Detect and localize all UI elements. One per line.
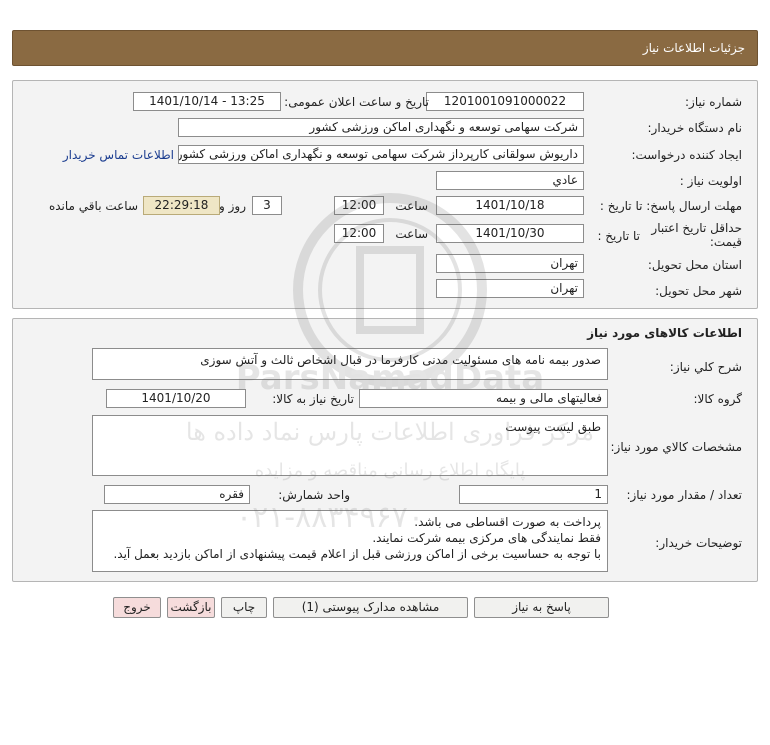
- province-label: استان محل تحویل:: [647, 258, 742, 272]
- remaining-time-field: 22:29:18: [143, 196, 220, 215]
- group-label: گروه کالا:: [693, 392, 743, 406]
- city-field: تهران: [436, 279, 584, 298]
- validity-time-field: 12:00: [334, 224, 384, 243]
- province-field: تهران: [436, 254, 584, 273]
- validity-until-label: تا تاریخ :: [597, 229, 640, 243]
- need-number-label: شماره نیاز:: [685, 95, 742, 109]
- validity-time-label: ساعت: [395, 227, 428, 241]
- creator-field: داریوش سولقانی کارپرداز شرکت سهامی توسعه…: [178, 145, 584, 164]
- qty-field: 1: [459, 485, 608, 504]
- buyer-desc-field: پرداخت به صورت اقساطی می باشد. فقط نماین…: [92, 510, 608, 572]
- unit-label: واحد شمارش:: [278, 488, 350, 502]
- validity-label: حداقل تاریخ اعتبار قیمت:: [651, 221, 742, 249]
- send-date-field: 1401/10/18: [436, 196, 584, 215]
- page-header: جزئیات اطلاعات نیاز: [12, 30, 758, 66]
- exit-button[interactable]: خروج: [113, 597, 161, 618]
- buyer-org-field: شرکت سهامی توسعه و نگهداری اماکن ورزشی ک…: [178, 118, 584, 137]
- reply-button[interactable]: پاسخ به نیاز: [474, 597, 609, 618]
- buyer-org-label: نام دستگاه خریدار:: [647, 121, 743, 135]
- goods-section-title: اطلاعات کالاهای مورد نیاز: [587, 326, 742, 340]
- qty-label: تعداد / مقدار مورد نیاز:: [626, 488, 742, 502]
- buyer-desc-line-1: پرداخت به صورت اقساطی می باشد.: [414, 515, 601, 529]
- summary-label: شرح کلي نیاز:: [669, 360, 742, 374]
- announce-datetime-field: 1401/10/14 - 13:25: [133, 92, 281, 111]
- send-time-label: ساعت: [395, 199, 428, 213]
- validity-date-field: 1401/10/30: [436, 224, 584, 243]
- announce-label: تاریخ و ساعت اعلان عمومی:: [284, 95, 429, 109]
- print-button[interactable]: چاپ: [221, 597, 267, 618]
- need-number-field: 1201001091000022: [426, 92, 584, 111]
- back-button[interactable]: بازگشت: [167, 597, 215, 618]
- summary-field: صدور بیمه نامه های مسئولیت مدنی کارفرما …: [92, 348, 608, 380]
- city-label: شهر محل تحویل:: [655, 284, 742, 298]
- send-time-field: 12:00: [334, 196, 384, 215]
- specs-label: مشخصات کالاي مورد نیاز:: [610, 440, 742, 454]
- need-date-field: 1401/10/20: [106, 389, 246, 408]
- page-title: جزئیات اطلاعات نیاز: [642, 41, 745, 55]
- specs-field: طبق لیست پیوست: [92, 415, 608, 476]
- buyer-desc-line-2: فقط نمایندگی های مرکزی بیمه شرکت نمایند.: [372, 531, 601, 545]
- creator-label: ایجاد کننده درخواست:: [631, 148, 742, 162]
- remaining-days-field: 3: [252, 196, 282, 215]
- view-attachments-button[interactable]: مشاهده مدارک پیوستی (1): [273, 597, 468, 618]
- buyer-contact-link[interactable]: اطلاعات تماس خریدار: [63, 148, 174, 162]
- priority-field: عادي: [436, 171, 584, 190]
- need-details-panel: [12, 80, 758, 309]
- days-label: روز و: [219, 199, 246, 213]
- priority-label: اولویت نیاز :: [679, 174, 742, 188]
- need-date-label: تاریخ نیاز به کالا:: [272, 392, 354, 406]
- remaining-label: ساعت باقي مانده: [48, 199, 138, 213]
- unit-field: فقره: [104, 485, 250, 504]
- buyer-desc-label: توضیحات خریدار:: [655, 536, 742, 550]
- send-deadline-label: مهلت ارسال پاسخ: تا تاریخ :: [599, 199, 742, 213]
- buyer-desc-line-3: با توجه به حساسیت برخی از اماکن ورزشی قب…: [113, 547, 601, 561]
- group-field: فعالیتهای مالی و بیمه: [359, 389, 608, 408]
